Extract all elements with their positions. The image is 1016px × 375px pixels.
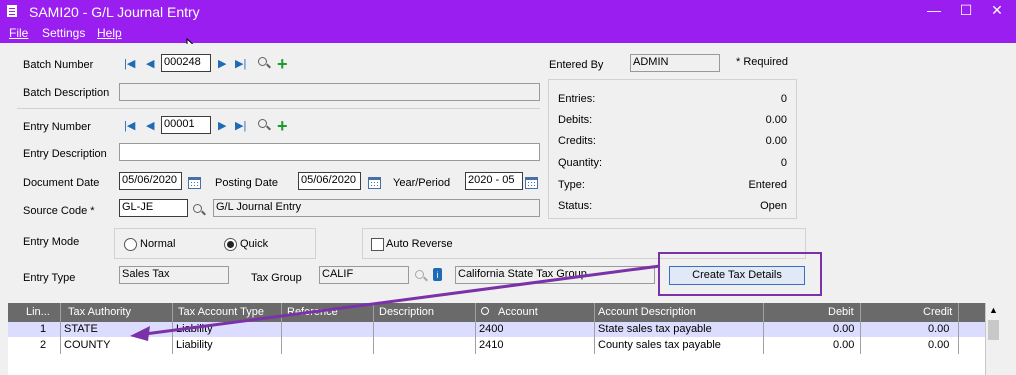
annotation-arrow [130, 264, 661, 341]
